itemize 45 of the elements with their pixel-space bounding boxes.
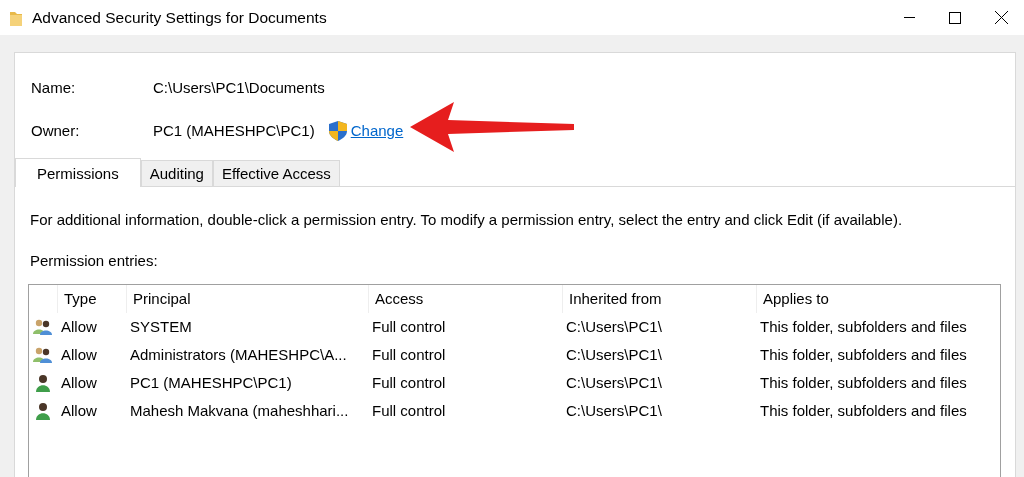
user-icon [36,402,50,420]
table-cell: C:\Users\PC1\ [566,373,662,391]
minimize-icon[interactable] [903,17,915,18]
table-cell: Allow [61,373,97,391]
table-cell: Full control [372,373,446,391]
folder-path: C:\Users\PC1\Documents [153,78,325,98]
table-cell: C:\Users\PC1\ [566,317,662,335]
tab[interactable]: Effective Access [212,160,340,186]
field-label: Name: [31,78,77,98]
column-header[interactable]: Access [368,285,562,313]
user-group-icon [33,319,53,335]
user-group-icon [33,347,53,363]
table-cell: Administrators (MAHESHPC\A... [130,345,347,363]
column-header[interactable]: Inherited from [562,285,756,313]
info-text: For additional information, double-click a permission entry. To modify a permission entry, select the entry and click Edit (if available). [30,210,904,230]
table-cell: C:\Users\PC1\ [566,345,662,363]
column-header[interactable]: Principal [126,285,368,313]
change-link[interactable]: Change [350,119,404,142]
table-cell: Allow [61,317,97,335]
table-cell: Allow [61,345,97,363]
table-cell: PC1 (MAHESHPC\PC1) [130,373,292,391]
table-cell: This folder, subfolders and files [760,345,967,363]
folder-icon [10,9,22,26]
tab[interactable]: Permissions [15,158,141,187]
table-cell: SYSTEM [130,317,192,335]
table-cell: This folder, subfolders and files [760,317,967,335]
shield-icon [328,120,347,141]
table-cell: Full control [372,317,446,335]
table-cell: Full control [372,345,446,363]
table-cell: This folder, subfolders and files [760,373,967,391]
window-title: Advanced Security Settings for Documents [32,7,327,28]
tab[interactable]: Auditing [140,160,213,186]
section-label: Permission entries: [30,250,159,271]
table-cell: Allow [61,401,97,419]
table-cell: This folder, subfolders and files [760,401,967,419]
column-header[interactable]: Type [57,285,126,313]
owner-name: PC1 (MAHESHPC\PC1) [153,120,315,141]
field-label: Owner: [31,120,81,141]
close-icon[interactable] [994,11,1008,24]
maximize-icon[interactable] [949,11,961,24]
column-header[interactable]: Applies to [756,285,996,313]
table-cell: Mahesh Makvana (maheshhari... [130,401,349,419]
table-cell: Full control [372,401,446,419]
user-icon [36,374,50,392]
table-cell: C:\Users\PC1\ [566,401,662,419]
